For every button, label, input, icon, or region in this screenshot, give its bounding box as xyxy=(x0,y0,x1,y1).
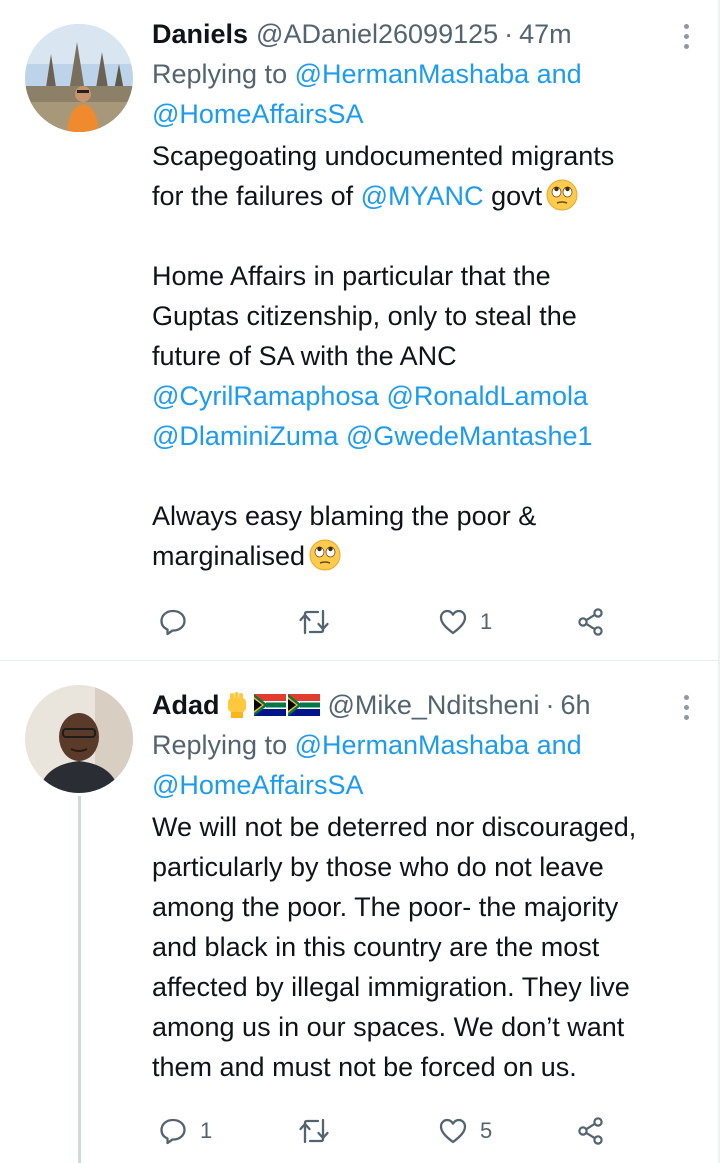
raised-fist-icon xyxy=(227,692,246,718)
display-name[interactable]: Adad xyxy=(152,685,220,725)
share-button[interactable] xyxy=(576,602,606,642)
timestamp[interactable]: 6h xyxy=(561,685,591,725)
reply-button[interactable]: 1 xyxy=(158,1111,212,1151)
avatar[interactable] xyxy=(25,685,133,793)
text-line: affected by illegal immigration. They li… xyxy=(152,972,630,1002)
text-line: @DlaminiZuma @GwedeMantashe1 xyxy=(152,416,690,456)
mention-link[interactable]: @HermanMashaba xyxy=(295,730,530,760)
display-name[interactable]: Daniels xyxy=(152,14,248,54)
retweet-icon xyxy=(299,609,329,635)
replying-prefix: Replying to xyxy=(152,59,288,89)
text-line: @CyrilRamaphosa @RonaldLamola xyxy=(152,376,690,416)
text-line: and black in this country are the most xyxy=(152,932,600,962)
replying-and[interactable]: and xyxy=(537,59,582,89)
text-line: Scapegoating undocumented migrants xyxy=(152,141,615,171)
avatar[interactable] xyxy=(25,24,133,132)
replying-to: Replying to @HermanMashaba and @HomeAffa… xyxy=(152,54,690,134)
mention-link[interactable]: @HomeAffairsSA xyxy=(152,99,363,129)
like-count: 5 xyxy=(480,1118,493,1143)
tweet-header: Adad @Mike_Nditsheni · 6h xyxy=(152,685,690,725)
retweet-button[interactable] xyxy=(298,1111,342,1151)
user-handle[interactable]: @Mike_Nditsheni xyxy=(328,685,540,725)
tweet-header: Daniels @ADaniel26099125 · 47m xyxy=(152,14,690,54)
south-africa-flag-icon xyxy=(253,694,286,716)
south-africa-flag-icon xyxy=(287,694,320,716)
face-with-rolling-eyes-icon xyxy=(546,179,578,211)
text-line: among us in our spaces. We don’t want xyxy=(152,1012,625,1042)
reply-count: 1 xyxy=(200,1118,213,1143)
reply-button[interactable] xyxy=(158,602,200,642)
text-line: future of SA with the ANC xyxy=(152,341,457,371)
like-button[interactable]: 1 xyxy=(438,602,492,642)
tweet[interactable]: Adad @Mike_Nditsheni · 6h Replying to @H… xyxy=(0,661,720,1163)
heart-icon xyxy=(439,609,467,635)
tweet-actions: 1 5 xyxy=(152,1111,622,1151)
tweet-content: Daniels @ADaniel26099125 · 47m Replying … xyxy=(152,14,690,576)
replying-and[interactable]: and xyxy=(537,730,582,760)
tweet[interactable]: Daniels @ADaniel26099125 · 47m Replying … xyxy=(0,0,720,660)
mention-link[interactable]: @GwedeMantashe1 xyxy=(346,421,593,451)
more-options-icon[interactable] xyxy=(684,695,692,725)
tweet-actions: 1 xyxy=(152,602,622,642)
text-fragment: marginalised xyxy=(152,541,306,571)
text-fragment: govt xyxy=(491,181,543,211)
reply-icon xyxy=(160,1118,186,1145)
more-options-icon[interactable] xyxy=(684,24,692,54)
replying-to: Replying to @HermanMashaba and @HomeAffa… xyxy=(152,725,690,805)
mention-link[interactable]: @DlaminiZuma xyxy=(152,421,338,451)
separator: · xyxy=(504,19,514,49)
text-line: for the failures of @MYANC govt xyxy=(152,176,690,216)
heart-icon xyxy=(439,1118,467,1144)
tweet-content: Adad @Mike_Nditsheni · 6h Replying to @H… xyxy=(152,685,690,1087)
mention-link[interactable]: @MYANC xyxy=(361,181,484,211)
timestamp[interactable]: 47m xyxy=(519,14,572,54)
thread-line xyxy=(78,796,81,1163)
face-with-rolling-eyes-icon xyxy=(309,539,341,571)
text-fragment: for the failures of xyxy=(152,181,354,211)
tweet-text: Scapegoating undocumented migrants for t… xyxy=(152,136,690,576)
mention-link[interactable]: @HomeAffairsSA xyxy=(152,770,363,800)
share-button[interactable] xyxy=(576,1111,606,1151)
like-count: 1 xyxy=(480,609,493,634)
text-line: Always easy blaming the poor & xyxy=(152,501,537,531)
mention-link[interactable]: @RonaldLamola xyxy=(387,381,589,411)
text-line: marginalised xyxy=(152,536,690,576)
text-line: Home Affairs in particular that the xyxy=(152,261,551,291)
retweet-icon xyxy=(299,1118,329,1144)
user-handle[interactable]: @ADaniel26099125 xyxy=(256,14,498,54)
share-icon xyxy=(578,1117,603,1145)
tweet-text: We will not be deterred nor discouraged,… xyxy=(152,807,690,1087)
replying-prefix: Replying to xyxy=(152,730,288,760)
text-line: particularly by those who do not leave xyxy=(152,852,604,882)
like-button[interactable]: 5 xyxy=(438,1111,492,1151)
separator: · xyxy=(545,690,555,720)
reply-icon xyxy=(160,609,186,636)
text-line: among the poor. The poor- the majority xyxy=(152,892,619,922)
text-line: We will not be deterred nor discouraged, xyxy=(152,812,637,842)
mention-link[interactable]: @HermanMashaba xyxy=(295,59,530,89)
share-icon xyxy=(578,608,603,636)
text-line: them and must not be forced on us. xyxy=(152,1052,577,1082)
retweet-button[interactable] xyxy=(298,602,342,642)
mention-link[interactable]: @CyrilRamaphosa xyxy=(152,381,379,411)
text-line: Guptas citizenship, only to steal the xyxy=(152,301,577,331)
